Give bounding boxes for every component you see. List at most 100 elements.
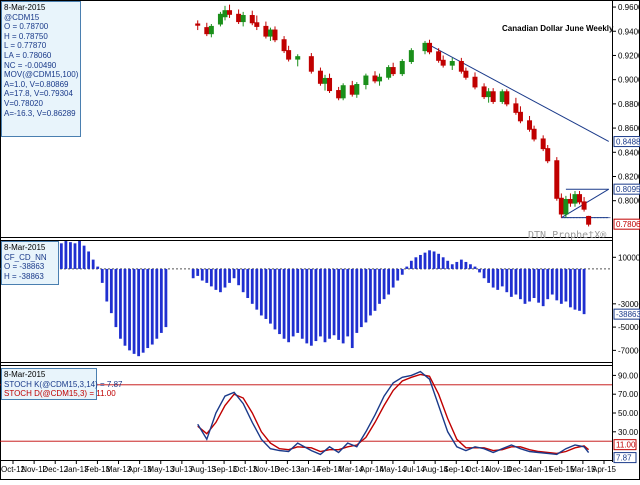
cot-bar [278, 268, 281, 335]
cot-bar [355, 268, 359, 333]
cot-bar [64, 241, 68, 269]
cot-tick-label: -50000 [618, 323, 640, 332]
candle-body [349, 85, 355, 95]
price-legend-line: A=17.8, V=0.79304 [4, 89, 73, 99]
cot-bar [164, 268, 168, 328]
cot-tick-label: -70000 [618, 346, 640, 355]
candle-body [481, 86, 487, 98]
candle-body [327, 77, 333, 92]
candle-body [386, 67, 392, 78]
candle-body [317, 70, 323, 84]
cot-bar [459, 259, 463, 269]
price-legend-line: LA = 0.78060 [4, 50, 52, 60]
cot-bar [505, 268, 509, 293]
cot-bar [455, 261, 459, 269]
candle-body [527, 120, 533, 130]
candle-body [240, 15, 246, 23]
cot-tick-label: 10000 [618, 253, 640, 262]
cot-bar [114, 268, 118, 328]
cot-legend-line: H = -38863 [4, 271, 44, 281]
candle-body [567, 198, 573, 204]
price-legend: 8-Mar-2015 @CDM15 O = 0.78700 H = 0.7875… [1, 1, 81, 137]
cot-bar [296, 268, 300, 333]
cot-bar [119, 268, 122, 339]
candle-body [581, 201, 587, 210]
cot-bar [500, 268, 504, 287]
cot-bar [273, 268, 277, 330]
cot-date-label: 8-Mar-2015 [4, 243, 46, 252]
candle-body [217, 13, 223, 25]
candle-body [236, 13, 242, 23]
cot-bar [409, 260, 413, 269]
cot-bar [509, 268, 513, 297]
cot-bar [269, 268, 272, 324]
cot-bar [196, 268, 200, 276]
cot-bar [191, 268, 195, 279]
candle-body [222, 10, 228, 18]
stoch-tick-label: 50.00 [618, 409, 639, 418]
cot-bar [532, 268, 536, 299]
cot-bar [559, 268, 563, 304]
candle-body [558, 197, 564, 215]
candle-body [267, 29, 273, 37]
cot-bar [82, 245, 86, 269]
cot-bar [337, 268, 341, 340]
cot-bar [305, 268, 309, 344]
cot-bar [441, 257, 445, 269]
cot-bar [491, 268, 495, 288]
cot-bar [314, 268, 318, 342]
cot-bar [519, 268, 522, 300]
price-legend-line: NC = -0.00490 [4, 60, 57, 70]
candle-body [408, 50, 414, 63]
stoch-date-label: 8-Mar-2015 [4, 370, 46, 379]
cot-bar [155, 268, 159, 339]
cot-bar [378, 268, 381, 304]
candle-body [281, 39, 287, 52]
cot-bar [59, 243, 63, 269]
cot-bar [569, 268, 572, 308]
cot-bar [359, 268, 363, 328]
candle-body [440, 59, 446, 66]
price-legend-line: MOV(@CDM15,100) = N/A [4, 70, 78, 80]
candle-body [422, 42, 428, 52]
candle-body [545, 148, 551, 162]
cot-bar [300, 268, 304, 339]
price-flag-label: 0.80953 [616, 185, 640, 194]
cot-bar [341, 268, 345, 344]
price-legend-line: H = 0.78750 [4, 31, 48, 41]
price-tick-label: 0.92000 [618, 51, 640, 60]
cot-bar [332, 268, 336, 336]
cot-bar [309, 268, 313, 346]
cot-bar [73, 243, 77, 269]
x-axis: Oct-12Nov-12Dec-12Jan-13Feb-13Mar-13Apr-… [1, 460, 617, 474]
cot-tick-label: -30000 [618, 300, 640, 309]
cot-bar [291, 268, 295, 337]
candle-body [517, 111, 523, 122]
price-tick-label: 0.80000 [618, 197, 640, 206]
price-tick-label: 0.90000 [618, 76, 640, 85]
candle-body [208, 25, 214, 35]
cot-bar [446, 260, 450, 269]
cot-bar [223, 268, 227, 288]
stoch-tick-label: 90.00 [618, 371, 639, 380]
candle-body [308, 56, 314, 72]
cot-bar [473, 266, 477, 269]
cot-bar [200, 268, 204, 281]
cot-bar [546, 268, 550, 300]
price-tick-label: 0.84000 [618, 148, 640, 157]
cot-flag-label: -38863 [616, 310, 640, 319]
candle-body [449, 61, 455, 66]
trendline [426, 42, 609, 142]
cot-bar [237, 268, 241, 286]
chart-stage: 0.96000 0.94000 0.92000 0.90000 0.88000 0.860… [0, 0, 640, 480]
cot-bar [78, 241, 81, 269]
cot-bar [219, 268, 222, 293]
chart-title: Canadian Dollar June Weekly [502, 24, 614, 33]
candle-body [472, 76, 478, 88]
cot-bar [69, 242, 72, 269]
cot-bar [555, 268, 559, 301]
cot-bar [582, 268, 586, 315]
candle-body [577, 194, 583, 203]
cot-bar [487, 268, 491, 283]
candle-body [354, 84, 360, 95]
